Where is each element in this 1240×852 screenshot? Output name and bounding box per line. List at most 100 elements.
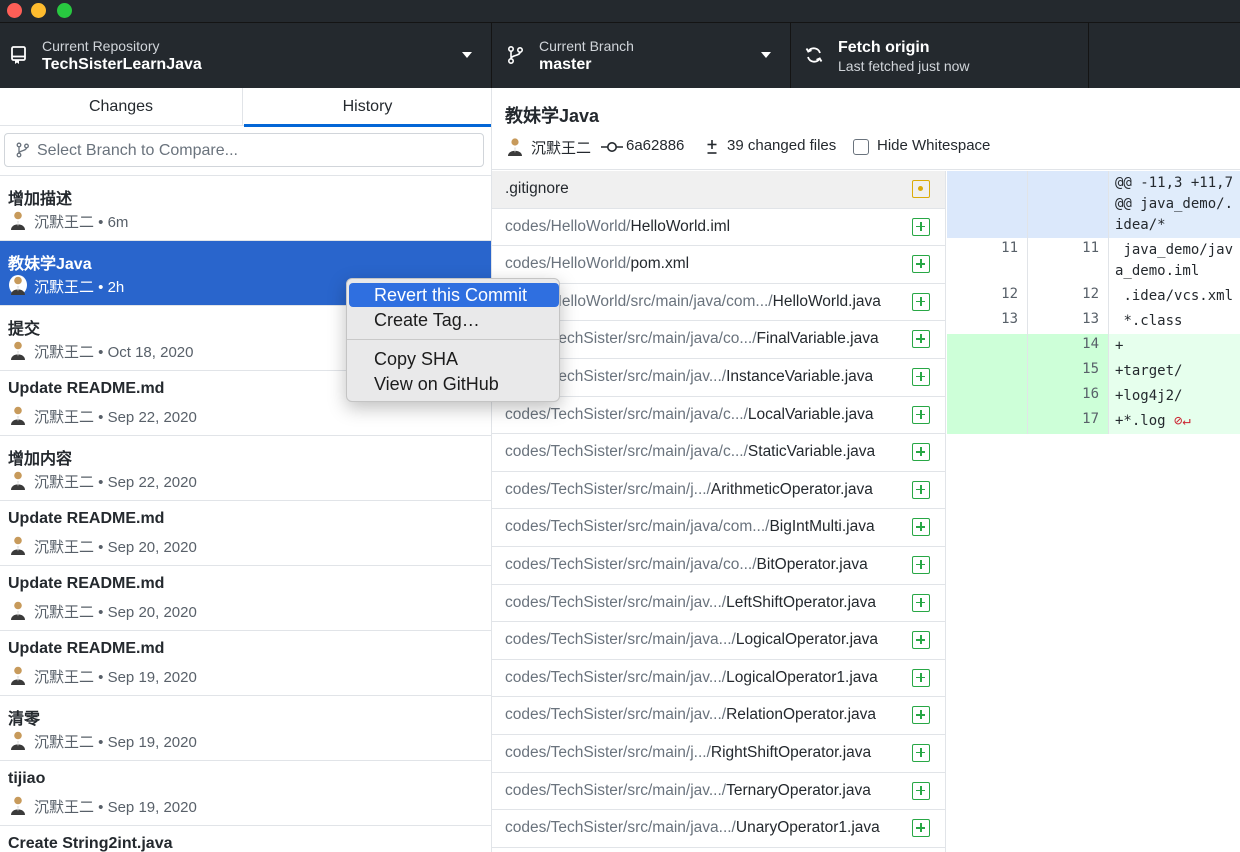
menu-item-revert-commit[interactable]: Revert this Commit bbox=[349, 283, 559, 307]
changed-file-row[interactable]: codes/TechSister/src/main/java/com.../Bi… bbox=[492, 509, 945, 547]
file-dir: codes/TechSister/src/main/jav.../ bbox=[505, 781, 727, 799]
file-name: LocalVariable.java bbox=[747, 405, 874, 423]
commit-row-title: 增加描述 bbox=[8, 191, 73, 208]
changed-file-row[interactable]: codes/TechSister/src/main/jav.../LeftShi… bbox=[492, 585, 945, 623]
file-dir: codes/TechSister/src/main/java/c.../ bbox=[505, 405, 748, 423]
file-path: codes/TechSister/src/main/jav.../Relatio… bbox=[505, 706, 876, 724]
diff-line[interactable]: 12 12 .idea/vcs.xml bbox=[947, 284, 1240, 309]
new-line-number: 14 bbox=[1028, 334, 1109, 359]
commit-row-meta: 沉默王二 • Sep 22, 2020 bbox=[34, 409, 197, 426]
changed-file-row[interactable]: codes/TechSister/src/main/jav.../Logical… bbox=[492, 660, 945, 698]
commit-row[interactable]: Create String2int.java bbox=[0, 826, 491, 852]
branch-compare-input[interactable] bbox=[37, 140, 477, 162]
diff-line[interactable]: 17 +*.log ⊘↵ bbox=[947, 409, 1240, 434]
commit-row-title: Update README.md bbox=[8, 380, 165, 397]
commit-row[interactable]: tijiao 沉默王二 • Sep 19, 2020 bbox=[0, 761, 491, 826]
diff-line[interactable]: 13 13 *.class bbox=[947, 309, 1240, 334]
file-path: codes/TechSister/src/main/java/c.../Stat… bbox=[505, 443, 875, 461]
diff-line[interactable]: 16 +log4j2/ bbox=[947, 384, 1240, 409]
commit-row[interactable]: 增加描述沉默王二 • 6m bbox=[0, 176, 491, 241]
commit-row[interactable]: 清零沉默王二 • Sep 19, 2020 bbox=[0, 696, 491, 761]
new-line-number: 11 bbox=[1028, 238, 1109, 284]
file-dir: codes/TechSister/src/main/java/c.../ bbox=[505, 443, 748, 461]
diff-code: java_demo/java_demo.iml bbox=[1115, 242, 1234, 279]
changed-file-row[interactable]: codes/TechSister/src/main/java/co.../Bit… bbox=[492, 547, 945, 585]
old-line-number: 12 bbox=[947, 284, 1028, 309]
chevron-down-icon bbox=[761, 52, 771, 58]
commit-row-title: 增加内容 bbox=[8, 451, 73, 468]
current-repository-button[interactable]: Current Repository TechSisterLearnJava bbox=[0, 23, 492, 89]
changed-file-row[interactable]: .gitignore bbox=[492, 171, 945, 209]
commit-row-meta: 沉默王二 • Sep 19, 2020 bbox=[34, 734, 197, 751]
commit-row-title: 清零 bbox=[8, 711, 41, 728]
commit-row-meta: 沉默王二 • Sep 20, 2020 bbox=[34, 604, 197, 621]
file-path: codes/TechSister/src/main/jav.../Ternary… bbox=[505, 782, 871, 800]
file-added-icon bbox=[912, 555, 930, 574]
commit-row-meta: 沉默王二 • 6m bbox=[34, 214, 129, 231]
file-added-icon bbox=[912, 518, 930, 537]
new-line-number: 13 bbox=[1028, 309, 1109, 334]
close-window-button[interactable] bbox=[7, 3, 22, 18]
commit-row[interactable]: Update README.md 沉默王二 • Sep 20, 2020 bbox=[0, 501, 491, 566]
old-line-number: 13 bbox=[947, 309, 1028, 334]
maximize-window-button[interactable] bbox=[57, 3, 72, 18]
file-name: HelloWorld.java bbox=[772, 292, 881, 310]
diff-view: @@ -11,3 +11,7 @@ java_demo/.idea/* 11 11 … bbox=[947, 171, 1240, 852]
file-dir: codes/TechSister/src/main/java.../ bbox=[505, 819, 736, 837]
diff-code: + bbox=[1115, 338, 1124, 354]
file-name: BigIntMulti.java bbox=[769, 518, 875, 536]
commit-row-title: 提交 bbox=[8, 321, 41, 338]
diff-line[interactable]: 14 + bbox=[947, 334, 1240, 359]
diff-line[interactable]: 11 11 java_demo/java_demo.iml bbox=[947, 238, 1240, 284]
changed-file-row[interactable]: codes/HelloWorld/pom.xml bbox=[492, 246, 945, 284]
file-added-icon bbox=[912, 593, 930, 612]
branch-icon bbox=[507, 45, 524, 65]
file-name: HelloWorld.iml bbox=[630, 217, 731, 235]
file-added-icon bbox=[912, 330, 930, 349]
file-path: codes/TechSister/src/main/java/co.../Bit… bbox=[505, 556, 868, 574]
commit-row[interactable]: Update README.md 沉默王二 • Sep 19, 2020 bbox=[0, 631, 491, 696]
tab-history[interactable]: History bbox=[244, 88, 491, 127]
minimize-window-button[interactable] bbox=[31, 3, 46, 18]
changed-file-row[interactable]: codes/TechSister/src/main/java.../Logica… bbox=[492, 622, 945, 660]
fetch-origin-button[interactable]: Fetch origin Last fetched just now bbox=[791, 23, 1089, 89]
menu-item-copy-sha[interactable]: Copy SHA bbox=[347, 347, 559, 371]
file-added-icon bbox=[912, 405, 930, 424]
commit-row[interactable]: 增加内容 沉默王二 • Sep 22, 2020 bbox=[0, 436, 491, 501]
hide-whitespace-label[interactable]: Hide Whitespace bbox=[877, 137, 990, 154]
tab-changes[interactable]: Changes bbox=[0, 88, 243, 126]
file-dir: codes/TechSister/src/main/jav.../ bbox=[505, 706, 727, 724]
changed-file-row[interactable]: codes/TechSister/src/main/java.../UnaryO… bbox=[492, 810, 945, 848]
diff-hunk-header[interactable]: @@ -11,3 +11,7 @@ java_demo/.idea/* bbox=[947, 171, 1240, 238]
current-branch-button[interactable]: Current Branch master bbox=[492, 23, 791, 89]
commit-row[interactable]: Update README.md 沉默王二 • Sep 20, 2020 bbox=[0, 566, 491, 631]
file-name: InstanceVariable.java bbox=[726, 367, 874, 385]
fetch-status: Last fetched just now bbox=[838, 58, 970, 74]
new-line-number: 15 bbox=[1028, 359, 1109, 384]
diff-code: *.class bbox=[1115, 313, 1183, 329]
avatar bbox=[9, 470, 27, 490]
changed-file-row[interactable]: codes/TechSister/src/main/j.../Arithmeti… bbox=[492, 472, 945, 510]
file-path: codes/HelloWorld/pom.xml bbox=[505, 255, 689, 273]
changed-file-row[interactable]: codes/TechSister/src/main/jav.../Relatio… bbox=[492, 697, 945, 735]
changed-file-row[interactable]: codes/TechSister/src/main/java/c.../Loca… bbox=[492, 397, 945, 435]
file-path: codes/TechSister/src/main/j.../RightShif… bbox=[505, 744, 871, 762]
file-name: LeftShiftOperator.java bbox=[726, 593, 877, 611]
branch-compare-box[interactable] bbox=[4, 133, 484, 167]
file-name: RelationOperator.java bbox=[726, 706, 877, 724]
changed-file-row[interactable]: codes/TechSister/src/main/jav.../Ternary… bbox=[492, 773, 945, 811]
menu-item-create-tag[interactable]: Create Tag… bbox=[347, 308, 559, 332]
file-added-icon bbox=[912, 668, 930, 687]
hide-whitespace-checkbox[interactable] bbox=[853, 139, 869, 155]
compare-bar bbox=[0, 126, 491, 176]
file-dir: codes/TechSister/src/main/j.../ bbox=[505, 743, 711, 761]
file-name: LogicalOperator.java bbox=[735, 631, 879, 649]
commit-context-menu: Revert this Commit Create Tag… Copy SHA … bbox=[346, 278, 560, 402]
changed-file-row[interactable]: codes/TechSister/src/main/java/c.../Stat… bbox=[492, 434, 945, 472]
diff-line[interactable]: 15 +target/ bbox=[947, 359, 1240, 384]
file-dir: codes/TechSister/src/main/java.../ bbox=[505, 631, 736, 649]
changed-file-row[interactable]: codes/TechSister/src/main/j.../RightShif… bbox=[492, 735, 945, 773]
commit-sha[interactable]: 6a62886 bbox=[626, 137, 684, 154]
menu-item-view-on-github[interactable]: View on GitHub bbox=[347, 372, 559, 396]
changed-file-row[interactable]: codes/HelloWorld/HelloWorld.iml bbox=[492, 209, 945, 247]
